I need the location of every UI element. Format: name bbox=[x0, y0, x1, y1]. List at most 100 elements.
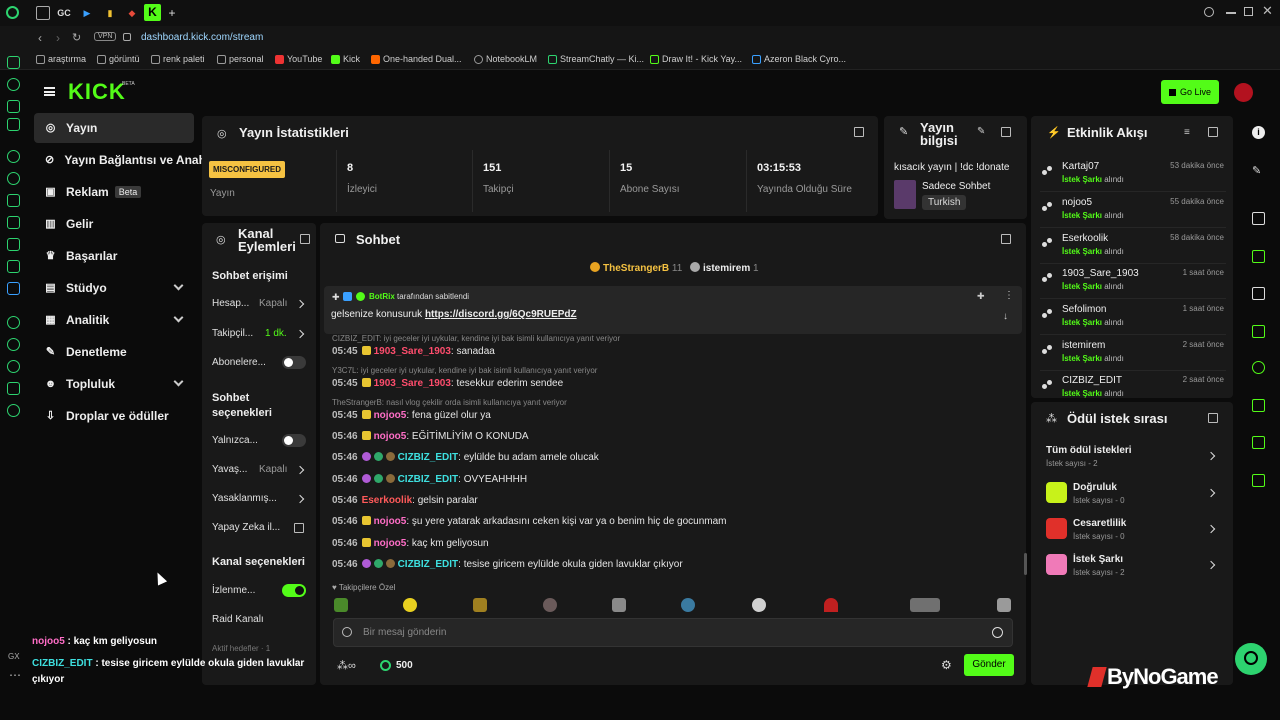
chat-message[interactable]: 05:46 nojoo5: şu yere yatarak arkadasını … bbox=[332, 516, 727, 527]
hamburger-icon[interactable] bbox=[44, 87, 55, 96]
send-button[interactable]: Gönder bbox=[964, 654, 1014, 676]
chat-icon[interactable] bbox=[1252, 325, 1265, 338]
avatar[interactable] bbox=[1234, 83, 1253, 102]
wrench-icon[interactable] bbox=[1252, 436, 1265, 449]
instagram-icon[interactable] bbox=[7, 216, 20, 229]
kick-logo[interactable]: KICK bbox=[68, 79, 126, 105]
tiktok-icon[interactable] bbox=[7, 238, 20, 251]
go-live-button[interactable]: Go Live bbox=[1161, 80, 1219, 104]
collapse-icon[interactable]: ↓ bbox=[1003, 311, 1008, 322]
chat-message[interactable]: 05:45 1903_Sare_1903: sanadaa bbox=[332, 346, 495, 357]
language-tag[interactable]: Turkish bbox=[922, 195, 967, 210]
forward-icon[interactable]: › bbox=[56, 31, 60, 45]
history-icon[interactable] bbox=[7, 338, 20, 351]
reload-icon[interactable]: ↻ bbox=[72, 31, 81, 44]
back-icon[interactable]: ‹ bbox=[38, 31, 42, 45]
top-gifter-1[interactable]: TheStrangerB 11 bbox=[590, 262, 682, 274]
reward-cesaretlilik[interactable]: Cesaretlilik İstek sayısı - 0 bbox=[1046, 516, 1220, 546]
top-gifter-2[interactable]: istemirem 1 bbox=[690, 262, 759, 274]
pinned-more-icon[interactable]: ⋮ bbox=[1004, 290, 1014, 301]
bookmark-item[interactable]: NotebookLM bbox=[474, 54, 537, 64]
activity-event[interactable]: 1903_Sare_1903 İstek Şarkı alındı 1 saat ö… bbox=[1040, 265, 1226, 299]
users-icon[interactable] bbox=[1252, 474, 1265, 487]
activity-event[interactable]: Sefolimon İstek Şarkı alındı 1 saat önce bbox=[1040, 301, 1226, 335]
popout-icon[interactable] bbox=[854, 127, 864, 137]
chat-message[interactable]: 05:46 CIZBIZ_EDIT: OVYEAHHHH bbox=[332, 474, 527, 485]
chat-message[interactable]: 05:46 CIZBIZ_EDIT: eylülde bu adam amele … bbox=[332, 452, 599, 463]
list-icon[interactable] bbox=[1252, 287, 1265, 300]
users-icon[interactable]: ⁂∞ bbox=[337, 659, 356, 672]
nav-item-droplar[interactable]: ⇩ Droplar ve ödüller bbox=[34, 401, 194, 431]
category-name[interactable]: Sadece Sohbet bbox=[922, 181, 990, 192]
tab-icon-play[interactable]: ▶ bbox=[80, 6, 94, 20]
bookmark-item[interactable]: Kick bbox=[331, 54, 360, 64]
emote[interactable] bbox=[334, 598, 348, 612]
activity-event[interactable]: istemirem İstek Şarkı alındı 2 saat önce bbox=[1040, 337, 1226, 371]
activity-event[interactable]: Eserkoolik İstek Şarkı alındı 58 dakika ön… bbox=[1040, 230, 1226, 264]
layout-icon[interactable] bbox=[1252, 212, 1265, 225]
stats-icon[interactable] bbox=[1252, 399, 1265, 412]
unpin-icon[interactable]: ✚ bbox=[977, 291, 985, 302]
lightning-icon[interactable] bbox=[1252, 250, 1265, 263]
more-icon[interactable]: ⋯ bbox=[9, 668, 21, 682]
tab-icon[interactable] bbox=[36, 6, 50, 20]
tab-gc[interactable]: GC bbox=[57, 6, 71, 20]
emote[interactable] bbox=[997, 598, 1011, 612]
gx-icon[interactable] bbox=[7, 150, 20, 163]
clock-icon[interactable] bbox=[7, 360, 20, 373]
active-goals-row[interactable]: Aktif hedefler · 1 bbox=[212, 644, 312, 653]
bookmark-item[interactable]: Azeron Black Cyro... bbox=[752, 54, 846, 64]
emote[interactable] bbox=[824, 598, 838, 612]
vpn-badge[interactable]: VPN bbox=[94, 32, 117, 41]
activity-event[interactable]: CIZBIZ_EDIT İstek Şarkı alındı 2 saat önce bbox=[1040, 372, 1226, 406]
twitter-icon[interactable] bbox=[7, 260, 20, 273]
emote-only-toggle[interactable] bbox=[282, 434, 306, 447]
popout-icon[interactable] bbox=[1208, 127, 1218, 137]
whatsapp-icon[interactable] bbox=[7, 172, 20, 185]
emote[interactable] bbox=[612, 598, 626, 612]
chat-scrollbar[interactable] bbox=[1024, 553, 1027, 575]
chat-message[interactable]: 05:45 1903_Sare_1903: tesekkur ederim sen… bbox=[332, 378, 563, 389]
category-thumbnail[interactable] bbox=[894, 180, 916, 209]
settings-icon[interactable] bbox=[7, 404, 20, 417]
tab-icon-red[interactable]: ◆ bbox=[125, 6, 139, 20]
opera-logo-icon[interactable] bbox=[6, 6, 19, 19]
nav-item-yayin[interactable]: ◎ Yayın bbox=[34, 113, 194, 143]
reward-istek-sarki[interactable]: İstek Şarkı İstek sayısı - 2 bbox=[1046, 552, 1220, 582]
nav-item-stream-key[interactable]: ⊘ Yayın Bağlantısı ve Anahtarı bbox=[34, 145, 204, 175]
activity-event[interactable]: Kartaj07 İstek Şarkı alındı 53 dakika önce bbox=[1040, 158, 1226, 192]
nav-item-gelir[interactable]: ▥ Gelir bbox=[34, 209, 194, 239]
emote[interactable] bbox=[473, 598, 487, 612]
watch-party-toggle[interactable] bbox=[282, 584, 306, 597]
popout-icon[interactable] bbox=[1001, 234, 1011, 244]
subscribers-only-toggle[interactable] bbox=[282, 356, 306, 369]
cube-icon[interactable] bbox=[7, 382, 20, 395]
aria-icon[interactable] bbox=[7, 78, 20, 91]
emote[interactable] bbox=[752, 598, 766, 612]
popout-icon[interactable] bbox=[1001, 127, 1011, 137]
tab-icon-bars[interactable]: ▮ bbox=[103, 6, 117, 20]
emote[interactable] bbox=[910, 598, 940, 612]
bookmark-item[interactable]: araştırma bbox=[36, 54, 86, 64]
chat-message[interactable]: 05:45 nojoo5: fena güzel olur ya bbox=[332, 410, 491, 421]
extension-icon[interactable] bbox=[7, 118, 20, 131]
emote[interactable] bbox=[681, 598, 695, 612]
chat-settings-icon[interactable]: ⚙ bbox=[941, 658, 952, 672]
tab-kick-active[interactable]: K bbox=[144, 4, 161, 21]
raid-channel-row[interactable]: Raid Kanalı bbox=[212, 614, 312, 625]
emote[interactable] bbox=[403, 598, 417, 612]
bookmark-item[interactable]: Draw It! - Kick Yay... bbox=[650, 54, 742, 64]
chat-message[interactable]: 05:46 Eserkoolik: gelsin paralar bbox=[332, 495, 478, 506]
player-icon[interactable] bbox=[7, 100, 20, 113]
chat-message[interactable]: 05:46 nojoo5: kaç km geliyosun bbox=[332, 538, 489, 549]
emoji-icon[interactable] bbox=[992, 627, 1003, 638]
filter-icon[interactable]: ≡ bbox=[1184, 127, 1190, 138]
popout-icon[interactable] bbox=[1208, 413, 1218, 423]
minimize-icon[interactable] bbox=[1226, 12, 1236, 14]
bookmark-item[interactable]: One-handed Dual... bbox=[371, 54, 462, 64]
nav-item-studyo[interactable]: ▤ Stüdyo bbox=[34, 273, 194, 303]
maximize-icon[interactable] bbox=[1244, 7, 1253, 16]
broadcast-icon[interactable] bbox=[1252, 361, 1265, 374]
bookmark-item[interactable]: personal bbox=[217, 54, 264, 64]
chat-message[interactable]: 05:46 nojoo5: EĞİTİMLİYİM O KONUDA bbox=[332, 431, 529, 442]
